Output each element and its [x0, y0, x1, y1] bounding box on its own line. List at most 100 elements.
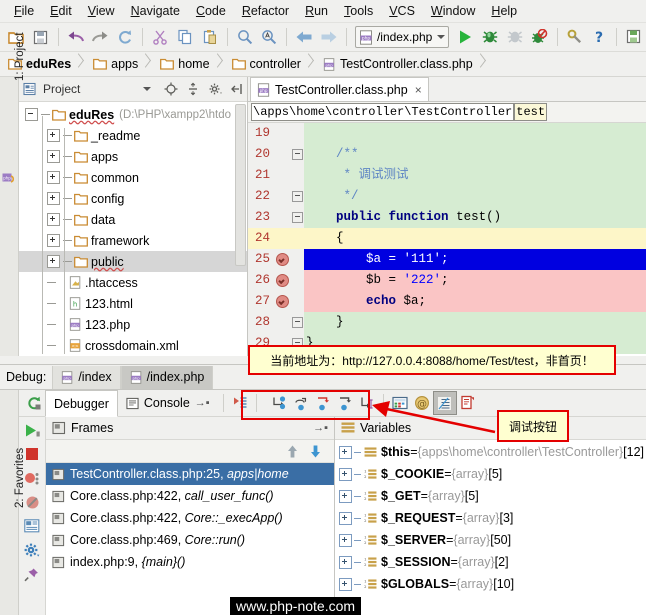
code-line[interactable]: 27 echo $a; [248, 291, 646, 312]
tree-item-data[interactable]: data [19, 209, 247, 230]
code-text[interactable]: } [304, 312, 646, 333]
pin-icon[interactable] [21, 563, 43, 585]
frame-item[interactable]: index.php:9, {main}() [46, 551, 334, 573]
project-scrollbar[interactable] [235, 104, 246, 266]
code-line[interactable]: 21 * 调试测试 [248, 165, 646, 186]
fold-gutter[interactable] [290, 207, 304, 228]
code-line[interactable]: 19 [248, 123, 646, 144]
chevron-down-icon[interactable] [437, 35, 446, 39]
menu-item-navigate[interactable]: Navigate [123, 2, 188, 20]
nav-path[interactable]: \apps\home\controller\TestController [251, 103, 515, 121]
code-line[interactable]: 26 $b = '222'; [248, 270, 646, 291]
restore-layout-icon[interactable] [229, 392, 251, 414]
sidebar-item-project[interactable]: 1: Project [14, 32, 26, 81]
menu-item-run[interactable]: Run [297, 2, 336, 20]
frame-up-icon[interactable] [286, 444, 299, 459]
code-line[interactable]: 24 { [248, 228, 646, 249]
fold-collapse-icon[interactable] [291, 317, 303, 328]
find-icon[interactable] [233, 25, 257, 49]
fold-gutter[interactable] [290, 249, 304, 270]
tab-console[interactable]: Console →▪ [118, 391, 218, 416]
menu-item-window[interactable]: Window [423, 2, 483, 20]
expand-icon[interactable] [339, 511, 352, 525]
frame-item[interactable]: TestController.class.php:25, apps|home [46, 463, 334, 485]
code-text[interactable]: /** [304, 144, 646, 165]
code-line[interactable]: 20 /** [248, 144, 646, 165]
detach-icon[interactable]: →▪ [313, 422, 328, 434]
code-text[interactable]: public function test() [304, 207, 646, 228]
debug-session-tab-index-php[interactable]: php /index.php [120, 365, 214, 389]
code-text[interactable]: { [304, 228, 646, 249]
fold-collapse-icon[interactable] [291, 191, 303, 202]
menu-item-tools[interactable]: Tools [336, 2, 381, 20]
tab-debugger[interactable]: Debugger [45, 390, 118, 417]
breakpoint-gutter[interactable] [274, 312, 290, 333]
expand-icon[interactable] [47, 234, 60, 247]
fold-gutter[interactable] [290, 165, 304, 186]
debug-icon[interactable] [478, 25, 502, 49]
replace-icon[interactable] [257, 25, 281, 49]
tree-item-config[interactable]: config [19, 188, 247, 209]
expand-icon[interactable] [47, 129, 60, 142]
breadcrumb-item-4[interactable]: php TestController.class.php [319, 52, 491, 76]
breakpoint-icon[interactable] [275, 295, 289, 308]
tree-item--readme[interactable]: _readme [19, 125, 247, 146]
cut-icon[interactable] [148, 25, 172, 49]
rerun-icon[interactable] [23, 392, 45, 414]
fold-gutter[interactable] [290, 270, 304, 291]
code-line[interactable]: 28 } [248, 312, 646, 333]
expand-icon[interactable] [339, 555, 352, 569]
chevron-down-icon[interactable] [143, 87, 151, 91]
copy-icon[interactable] [173, 25, 197, 49]
code-line[interactable]: 23 public function test() [248, 207, 646, 228]
settings-wrench-icon[interactable] [563, 25, 587, 49]
fold-gutter[interactable] [290, 228, 304, 249]
menu-item-help[interactable]: Help [483, 2, 525, 20]
fold-collapse-icon[interactable] [291, 149, 303, 160]
collapse-all-icon[interactable] [183, 79, 203, 99]
breakpoint-gutter[interactable] [274, 207, 290, 228]
expand-icon[interactable] [47, 150, 60, 163]
settings-gear-icon[interactable] [21, 539, 43, 561]
nav-member[interactable]: test [514, 103, 548, 121]
breakpoint-icon[interactable] [275, 274, 289, 287]
step-into-icon[interactable] [312, 392, 334, 414]
collapse-icon[interactable] [25, 108, 38, 121]
variable-row[interactable]: 1 2 $_GET = {array} [5] [335, 485, 646, 507]
run-configuration-selector[interactable]: php /index.php [354, 26, 450, 48]
expand-icon[interactable] [47, 192, 60, 205]
resume-icon[interactable] [21, 419, 43, 441]
deploy-icon[interactable] [622, 25, 646, 49]
fold-collapse-icon[interactable] [291, 212, 303, 223]
menu-item-edit[interactable]: Edit [42, 2, 80, 20]
code-area[interactable]: 19 20 /** 21 * 调试测试 22 */23 public functio… [248, 123, 646, 356]
back-icon[interactable] [292, 25, 316, 49]
layout-icon[interactable] [21, 515, 43, 537]
fold-gutter[interactable] [290, 312, 304, 333]
expand-icon[interactable] [47, 213, 60, 226]
code-line[interactable]: 25 $a = '111'; [248, 249, 646, 270]
breakpoint-gutter[interactable] [274, 144, 290, 165]
breakpoint-gutter[interactable] [274, 291, 290, 312]
hide-panel-icon[interactable] [227, 79, 247, 99]
frames-list[interactable]: TestController.class.php:25, apps|home Co… [46, 463, 334, 615]
step-over-icon[interactable] [290, 392, 312, 414]
code-text[interactable]: */ [304, 186, 646, 207]
breakpoint-gutter[interactable] [274, 270, 290, 291]
breadcrumb-item-1[interactable]: apps [89, 52, 156, 76]
variables-list[interactable]: $this = {apps\home\controller\TestContro… [335, 440, 646, 615]
fold-gutter[interactable] [290, 144, 304, 165]
breakpoint-gutter[interactable] [274, 249, 290, 270]
tree-item-public[interactable]: public [19, 251, 247, 272]
breakpoint-icon[interactable] [275, 253, 289, 266]
scroll-from-source-icon[interactable] [161, 79, 181, 99]
tree-item-123-php[interactable]: php 123.php [19, 314, 247, 335]
tree-item-apps[interactable]: apps [19, 146, 247, 167]
expand-icon[interactable] [339, 489, 352, 503]
menu-item-file[interactable]: File [6, 2, 42, 20]
code-text[interactable]: echo $a; [304, 291, 646, 312]
close-icon[interactable]: × [415, 83, 422, 97]
expand-icon[interactable] [339, 467, 352, 481]
paste-icon[interactable] [198, 25, 222, 49]
tree-item-crossdomain-xml[interactable]: <> crossdomain.xml [19, 335, 247, 356]
